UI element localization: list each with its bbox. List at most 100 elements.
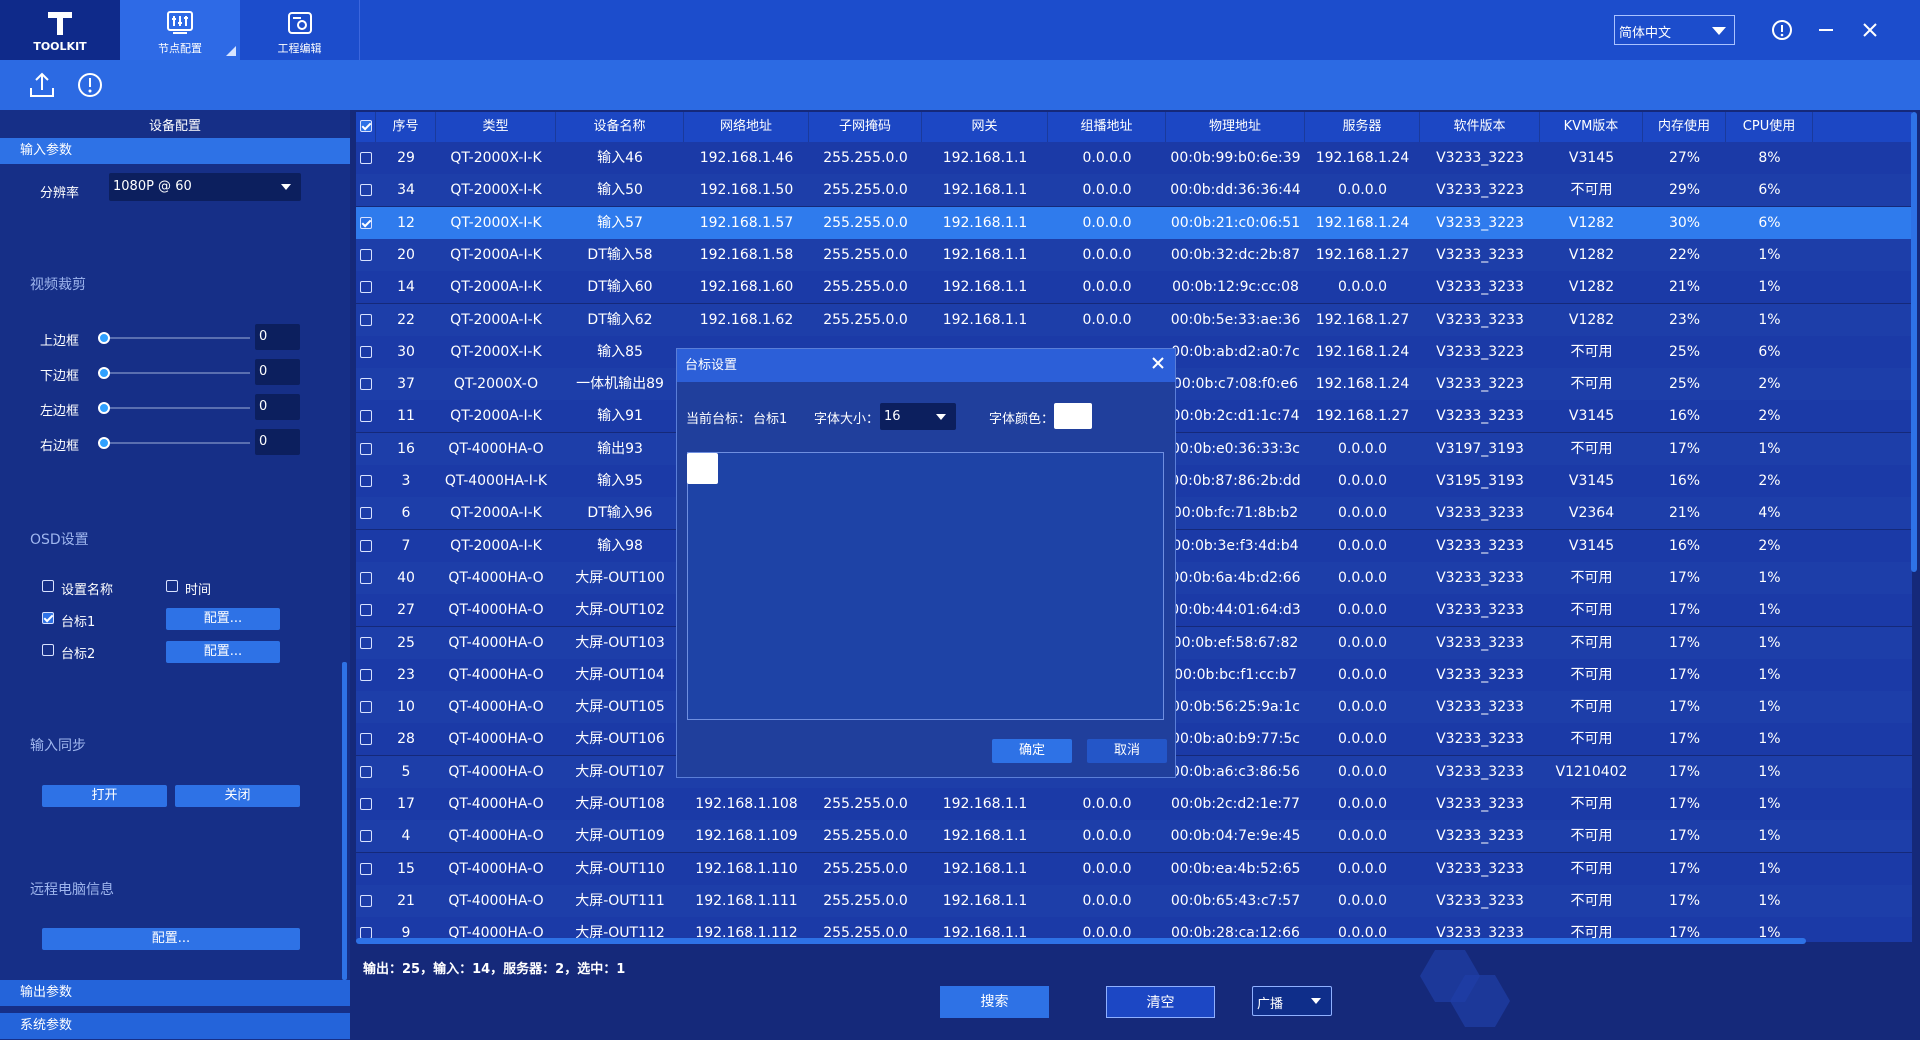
row-checkbox[interactable] xyxy=(356,788,376,820)
select-all-checkbox[interactable] xyxy=(356,112,376,142)
alert-icon[interactable] xyxy=(75,70,105,100)
resolution-select[interactable]: 1080P @ 60 xyxy=(109,173,301,201)
row-checkbox[interactable] xyxy=(356,691,376,723)
checkbox-box[interactable] xyxy=(360,539,372,552)
checkbox-box[interactable] xyxy=(360,862,372,875)
checkbox-box[interactable] xyxy=(360,701,372,714)
row-checkbox[interactable] xyxy=(356,239,376,271)
checkbox-box[interactable] xyxy=(360,733,372,746)
row-checkbox[interactable] xyxy=(356,271,376,303)
crop-left-slider-knob[interactable] xyxy=(98,402,110,414)
sync-close-button[interactable]: 关闭 xyxy=(175,785,300,807)
font-color-swatch[interactable] xyxy=(1054,403,1092,429)
row-checkbox[interactable] xyxy=(356,304,376,336)
checkbox-box[interactable] xyxy=(360,507,372,520)
logo1-config-button[interactable]: 配置... xyxy=(166,608,280,630)
row-checkbox[interactable] xyxy=(356,207,376,239)
info-button[interactable] xyxy=(1766,14,1798,46)
crop-top-slider[interactable] xyxy=(104,337,250,339)
checkbox-box[interactable] xyxy=(360,668,372,681)
checkbox-box[interactable] xyxy=(360,345,372,358)
table-row[interactable]: 34 QT-2000X-I-K 输入50 192.168.1.50 255.255.0.… xyxy=(356,174,1912,207)
checkbox-box[interactable] xyxy=(360,184,372,197)
crop-right-slider-knob[interactable] xyxy=(98,437,110,449)
crop-top-slider-knob[interactable] xyxy=(98,332,110,344)
table-row[interactable]: 20 QT-2000A-I-K DT输入58 192.168.1.58 255.255.… xyxy=(356,238,1912,271)
row-checkbox[interactable] xyxy=(356,336,376,368)
osd-time-checkbox[interactable] xyxy=(166,580,178,592)
table-row[interactable]: 4 QT-4000HA-O 大屏-OUT109 192.168.1.109 255.25… xyxy=(356,820,1912,853)
table-row[interactable]: 12 QT-2000X-I-K 输入57 192.168.1.57 255.255.0.… xyxy=(356,206,1912,239)
checkbox-box[interactable] xyxy=(360,798,372,810)
checkbox-box[interactable] xyxy=(360,571,372,584)
dialog-ok-button[interactable]: 确定 xyxy=(992,739,1072,763)
checkbox-box[interactable] xyxy=(360,152,372,164)
row-checkbox[interactable] xyxy=(356,400,376,432)
osd-name-checkbox[interactable] xyxy=(42,580,54,592)
row-checkbox[interactable] xyxy=(356,530,376,562)
clear-button[interactable]: 清空 xyxy=(1106,986,1215,1018)
row-checkbox[interactable] xyxy=(356,853,376,885)
row-checkbox[interactable] xyxy=(356,433,376,465)
table-vertical-scrollbar[interactable] xyxy=(1911,112,1917,572)
remote-config-button[interactable]: 配置... xyxy=(42,928,300,950)
crop-bottom-slider-knob[interactable] xyxy=(98,367,110,379)
crop-left-slider[interactable] xyxy=(104,407,250,409)
minimize-button[interactable] xyxy=(1810,14,1842,46)
table-row[interactable]: 14 QT-2000A-I-K DT输入60 192.168.1.60 255.255.… xyxy=(356,271,1912,304)
language-select[interactable]: 简体中文 xyxy=(1614,15,1735,45)
checkbox-box[interactable] xyxy=(360,894,372,907)
table-row[interactable]: 21 QT-4000HA-O 大屏-OUT111 192.168.1.111 255.2… xyxy=(356,884,1912,917)
logo-preview-canvas[interactable] xyxy=(687,452,1164,720)
broadcast-mode-select[interactable]: 广播 xyxy=(1252,986,1332,1016)
checkbox-box[interactable] xyxy=(360,281,372,294)
sync-open-button[interactable]: 打开 xyxy=(42,785,167,807)
dialog-cancel-button[interactable]: 取消 xyxy=(1087,739,1167,763)
logo2-checkbox[interactable] xyxy=(42,644,54,656)
row-checkbox[interactable] xyxy=(356,465,376,497)
row-checkbox[interactable] xyxy=(356,174,376,206)
dialog-close-button[interactable] xyxy=(1151,353,1165,377)
row-checkbox[interactable] xyxy=(356,562,376,594)
table-row[interactable]: 17 QT-4000HA-O 大屏-OUT108 192.168.1.108 255.2… xyxy=(356,788,1912,820)
row-checkbox[interactable] xyxy=(356,820,376,852)
logo2-config-button[interactable]: 配置... xyxy=(166,641,280,663)
checkbox-box[interactable] xyxy=(360,216,372,229)
row-checkbox[interactable] xyxy=(356,142,376,174)
row-checkbox[interactable] xyxy=(356,627,376,659)
sidebar-scrollbar[interactable] xyxy=(342,662,347,980)
system-params-header[interactable]: 系统参数 xyxy=(0,1013,350,1039)
crop-bottom-input[interactable]: 0 xyxy=(255,359,300,385)
checkbox-box[interactable] xyxy=(360,410,372,423)
crop-bottom-slider[interactable] xyxy=(104,372,250,374)
table-horizontal-scrollbar[interactable] xyxy=(356,938,1806,944)
checkbox-box[interactable] xyxy=(360,313,372,326)
crop-right-slider[interactable] xyxy=(104,442,250,444)
checkbox-box[interactable] xyxy=(360,604,372,617)
checkbox-box[interactable] xyxy=(360,442,372,455)
row-checkbox[interactable] xyxy=(356,756,376,788)
row-checkbox[interactable] xyxy=(356,594,376,626)
crop-top-input[interactable]: 0 xyxy=(255,324,300,350)
tab-node-config[interactable]: 节点配置 xyxy=(120,0,240,60)
checkbox-box[interactable] xyxy=(360,636,372,649)
checkbox-box[interactable] xyxy=(360,248,372,261)
table-row[interactable]: 15 QT-4000HA-O 大屏-OUT110 192.168.1.110 255.2… xyxy=(356,852,1912,885)
upload-icon[interactable] xyxy=(27,70,57,100)
font-size-select[interactable]: 16 xyxy=(880,403,956,430)
logo-preview-item[interactable] xyxy=(687,453,718,484)
row-checkbox[interactable] xyxy=(356,497,376,529)
checkbox-box[interactable] xyxy=(360,765,372,778)
input-params-header[interactable]: 输入参数 xyxy=(0,138,350,164)
row-checkbox[interactable] xyxy=(356,368,376,400)
crop-right-input[interactable]: 0 xyxy=(255,429,300,455)
row-checkbox[interactable] xyxy=(356,885,376,917)
table-row[interactable]: 22 QT-2000A-I-K DT输入62 192.168.1.62 255.255.… xyxy=(356,303,1912,336)
checkbox-box[interactable] xyxy=(360,378,372,391)
toolkit-logo[interactable]: TOOLKIT xyxy=(0,0,120,60)
crop-left-input[interactable]: 0 xyxy=(255,394,300,420)
table-row[interactable]: 29 QT-2000X-I-K 输入46 192.168.1.46 255.255.0.… xyxy=(356,142,1912,174)
close-window-button[interactable] xyxy=(1854,14,1886,46)
row-checkbox[interactable] xyxy=(356,659,376,691)
checkbox-box[interactable] xyxy=(360,475,372,487)
